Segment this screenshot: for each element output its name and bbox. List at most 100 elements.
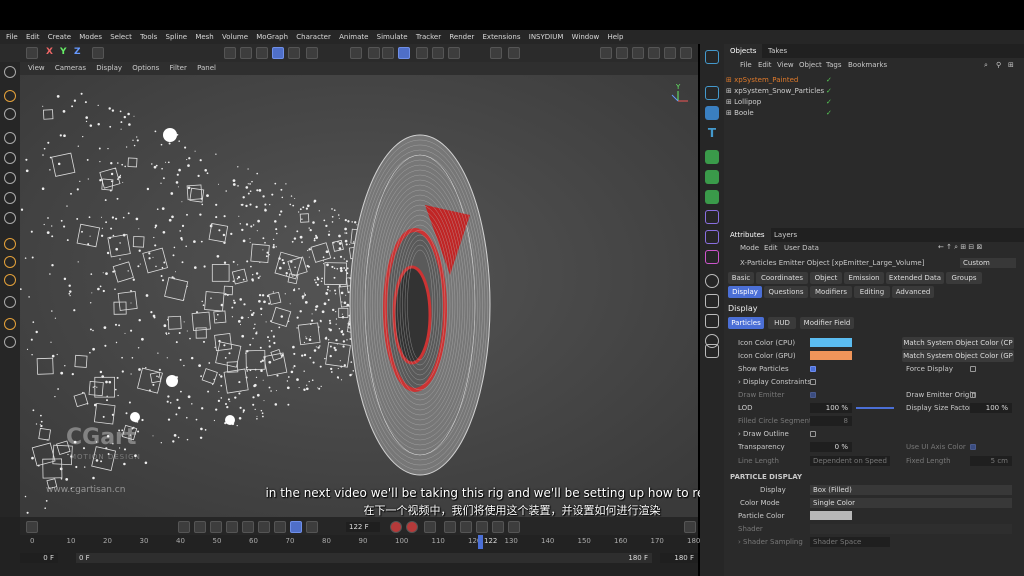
display-constraints-checkbox[interactable]: [810, 379, 816, 385]
attr-menu-mode[interactable]: Mode: [740, 244, 759, 252]
cube-3d-icon[interactable]: [705, 106, 719, 120]
render-picture-icon[interactable]: [448, 47, 460, 59]
menu-mesh[interactable]: Mesh: [195, 30, 213, 44]
particle-color-swatch[interactable]: [810, 511, 852, 520]
frame-ruler[interactable]: 0 10 20 30 40 50 60 70 80 90 100 110 120 130 140 150 160…: [20, 535, 700, 549]
objects-expand-icon[interactable]: ⊞: [1008, 61, 1014, 69]
key-param-icon[interactable]: [492, 521, 504, 533]
cube-primitive-icon[interactable]: [490, 47, 502, 59]
prev-key-icon[interactable]: [194, 521, 206, 533]
grid-icon[interactable]: [382, 47, 394, 59]
fixed-length-field[interactable]: 5 cm: [970, 456, 1012, 466]
camera-object-icon[interactable]: [705, 314, 719, 328]
menu-insydium[interactable]: INSYDIUM: [529, 30, 564, 44]
attr-menu-userdata[interactable]: User Data: [784, 244, 819, 252]
viewport-menu-filter[interactable]: Filter: [170, 62, 187, 75]
viewport-menu-options[interactable]: Options: [132, 62, 159, 75]
line-length-select[interactable]: Dependent on Speed: [810, 456, 890, 466]
tab-groups[interactable]: Groups: [946, 272, 982, 284]
generator-green-icon[interactable]: [705, 170, 719, 184]
move-icon[interactable]: [368, 47, 380, 59]
attr-menu-edit[interactable]: Edit: [764, 244, 778, 252]
cube-icon[interactable]: [705, 86, 719, 100]
mograph-cloner-icon[interactable]: [705, 150, 719, 164]
polygons-mode-icon[interactable]: [256, 47, 268, 59]
preview-start-field[interactable]: 0 F: [76, 553, 376, 563]
end-frame-field[interactable]: 180 F: [660, 553, 698, 563]
tab-coordinates[interactable]: Coordinates: [756, 272, 808, 284]
draw-emitter-origin-checkbox[interactable]: [970, 392, 976, 398]
scene-icon[interactable]: [648, 47, 660, 59]
rotate-tool-icon[interactable]: [4, 152, 16, 164]
objects-search-icon[interactable]: ⌕: [984, 61, 988, 70]
loop-icon[interactable]: [290, 521, 302, 533]
menu-simulate[interactable]: Simulate: [377, 30, 408, 44]
menu-character[interactable]: Character: [296, 30, 331, 44]
tab-object[interactable]: Object: [810, 272, 842, 284]
viewport-menu-panel[interactable]: Panel: [197, 62, 216, 75]
key-rotation-icon[interactable]: [460, 521, 472, 533]
transform-icon[interactable]: [4, 192, 16, 204]
coordinate-system-icon[interactable]: [92, 47, 104, 59]
undo-icon[interactable]: [26, 47, 38, 59]
viewport-menu-display[interactable]: Display: [96, 62, 122, 75]
attr-nav-icons[interactable]: ← ↑ ⌕ ⊞ ⊟ ⊠: [938, 243, 982, 252]
prev-frame-icon[interactable]: [210, 521, 222, 533]
goto-end-icon[interactable]: [274, 521, 286, 533]
subtab-hud[interactable]: HUD: [768, 317, 796, 329]
light-icon[interactable]: [680, 47, 692, 59]
objects-menu-view[interactable]: View: [777, 61, 794, 69]
key-position-icon[interactable]: [444, 521, 456, 533]
tab-advanced[interactable]: Advanced: [892, 286, 934, 298]
live-selection-icon[interactable]: [4, 90, 16, 102]
model-mode-icon[interactable]: [272, 47, 284, 59]
play-icon[interactable]: [226, 521, 238, 533]
menu-animate[interactable]: Animate: [339, 30, 368, 44]
next-frame-icon[interactable]: [242, 521, 254, 533]
use-ui-axis-color-checkbox[interactable]: [970, 444, 976, 450]
match-gpu-button[interactable]: Match System Object Color (GP: [902, 350, 1014, 362]
magnet-icon[interactable]: [4, 274, 16, 286]
objects-menu-bookmarks[interactable]: Bookmarks: [848, 61, 887, 69]
display-size-factor-field[interactable]: 100 %: [970, 403, 1012, 413]
force-display-checkbox[interactable]: [970, 366, 976, 372]
menu-spline[interactable]: Spline: [166, 30, 188, 44]
menu-window[interactable]: Window: [572, 30, 600, 44]
menu-create[interactable]: Create: [48, 30, 71, 44]
objects-menu-file[interactable]: File: [740, 61, 752, 69]
search-icon[interactable]: [4, 66, 16, 78]
key-pla-icon[interactable]: [508, 521, 520, 533]
tab-objects[interactable]: Objects: [724, 44, 763, 58]
current-frame-field[interactable]: 122 F: [346, 522, 380, 532]
sculpt-icon[interactable]: [4, 318, 16, 330]
display-select[interactable]: Box (Filled): [810, 485, 1012, 495]
menu-extensions[interactable]: Extensions: [483, 30, 521, 44]
match-cpu-button[interactable]: Match System Object Color (CP: [902, 337, 1014, 349]
viewport-menu-cameras[interactable]: Cameras: [55, 62, 86, 75]
viewport-menu-view[interactable]: View: [28, 62, 45, 75]
axis-x-button[interactable]: X: [46, 47, 58, 59]
weight-icon[interactable]: [4, 336, 16, 348]
camera-icon[interactable]: [664, 47, 676, 59]
menu-tools[interactable]: Tools: [140, 30, 157, 44]
autokey-icon[interactable]: [406, 521, 418, 533]
axis-y-button[interactable]: Y: [60, 47, 72, 59]
playhead[interactable]: [478, 535, 483, 549]
points-mode-icon[interactable]: [224, 47, 236, 59]
objects-menu-tags[interactable]: Tags: [826, 61, 842, 69]
menu-tracker[interactable]: Tracker: [416, 30, 441, 44]
goto-start-icon[interactable]: [178, 521, 190, 533]
lod-slider[interactable]: [856, 407, 894, 409]
brush-icon[interactable]: [4, 238, 16, 250]
tab-layers[interactable]: Layers: [768, 228, 803, 242]
spline-icon[interactable]: [508, 47, 520, 59]
environment-icon[interactable]: [705, 274, 719, 288]
menu-help[interactable]: Help: [607, 30, 623, 44]
scene-object-icon[interactable]: [705, 294, 719, 308]
render-region-icon[interactable]: [432, 47, 444, 59]
transparency-field[interactable]: 0 %: [810, 442, 852, 452]
scale-tool-icon[interactable]: [4, 172, 16, 184]
preview-end-field[interactable]: 180 F: [376, 553, 652, 563]
menu-select[interactable]: Select: [110, 30, 132, 44]
tab-attributes[interactable]: Attributes: [724, 228, 771, 242]
